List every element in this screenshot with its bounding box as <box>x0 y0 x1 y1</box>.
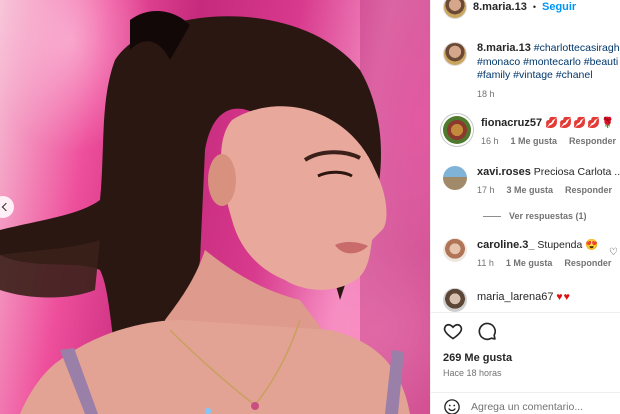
comment-item: maria_larena67 ♥♥ <box>443 288 620 312</box>
avatar[interactable] <box>443 238 467 262</box>
comment-input[interactable] <box>471 400 611 413</box>
post-side-panel: 8.maria.13 • Seguir 8.maria.13 #charlott… <box>430 0 620 414</box>
caption-meta: 18 h <box>477 89 620 99</box>
view-replies-button[interactable]: Ver respuestas (1) <box>483 211 587 221</box>
comment-meta: 16 h 1 Me gusta Responder <box>481 136 620 146</box>
comment-body: xavi.roses Preciosa Carlota ..El v <box>477 166 620 178</box>
comment-time: 17 h <box>477 185 495 195</box>
portrait-illustration <box>0 0 430 414</box>
comment-item: caroline.3_ Stupenda 😍 11 h 1 Me gusta R… <box>443 238 620 268</box>
hashtag-link[interactable]: #family #vintage #chanel <box>477 69 620 83</box>
comment-author[interactable]: xavi.roses <box>477 166 531 178</box>
reply-button[interactable]: Responder <box>565 185 612 195</box>
avatar[interactable] <box>443 166 467 190</box>
comment-author[interactable]: fionacruz57 <box>481 117 542 129</box>
comment-text: ♥♥ <box>556 291 571 303</box>
caption-time: 18 h <box>477 88 495 99</box>
comment-likes[interactable]: 1 Me gusta <box>506 258 553 268</box>
carousel-indicator <box>205 408 211 414</box>
comment-likes[interactable]: 3 Me gusta <box>507 185 554 195</box>
avatar[interactable] <box>443 42 467 66</box>
caption-text: 8.maria.13 #charlottecasiraghi <box>477 42 620 56</box>
comment-meta: 11 h 1 Me gusta Responder <box>477 258 620 268</box>
hashtag-link[interactable]: #charlottecasiraghi <box>534 42 620 54</box>
comment-item: xavi.roses Preciosa Carlota ..El v 17 h … <box>443 166 620 195</box>
caption-author[interactable]: 8.maria.13 <box>477 42 531 54</box>
caption: 8.maria.13 #charlottecasiraghi #monaco #… <box>443 42 620 99</box>
action-icons <box>443 321 497 341</box>
comments-list[interactable]: 8.maria.13 #charlottecasiraghi #monaco #… <box>431 28 620 312</box>
avatar[interactable] <box>443 288 467 312</box>
post-actions: 269 Me gusta Hace 18 horas <box>431 312 620 414</box>
comment-time: 11 h <box>477 258 494 268</box>
hashtag-link[interactable]: #monaco #montecarlo #beauti <box>477 56 620 70</box>
comment-icon[interactable] <box>477 321 497 341</box>
reply-button[interactable]: Responder <box>569 136 616 146</box>
view-replies-label[interactable]: Ver respuestas (1) <box>509 211 587 221</box>
avatar[interactable] <box>443 116 471 144</box>
comment-text: Stupenda 😍 <box>537 239 599 251</box>
comment-body: caroline.3_ Stupenda 😍 <box>477 238 620 251</box>
comment-time: 16 h <box>481 136 499 146</box>
follow-button[interactable]: Seguir <box>542 1 576 13</box>
emoji-icon[interactable] <box>443 398 461 414</box>
comment-text: Preciosa Carlota ..El v <box>533 166 620 178</box>
add-comment-bar <box>431 392 620 414</box>
reply-button[interactable]: Responder <box>564 258 611 268</box>
comment-body: maria_larena67 ♥♥ <box>477 291 620 303</box>
post-photo[interactable] <box>0 0 430 414</box>
post-timestamp: Hace 18 horas <box>443 368 502 378</box>
comment-body: fionacruz57 💋💋💋💋🌹 <box>481 116 620 129</box>
avatar[interactable] <box>443 0 467 19</box>
comment-text: 💋💋💋💋🌹 <box>545 117 616 129</box>
comment-meta: 17 h 3 Me gusta Responder <box>477 185 620 195</box>
divider <box>483 215 501 217</box>
comment-item: fionacruz57 💋💋💋💋🌹 16 h 1 Me gusta Respon… <box>443 116 620 146</box>
heart-outline-icon[interactable]: ♡ <box>609 247 618 258</box>
post-header: 8.maria.13 • Seguir <box>431 0 620 19</box>
comment-likes[interactable]: 1 Me gusta <box>511 136 558 146</box>
likes-count[interactable]: 269 Me gusta <box>443 352 512 364</box>
separator-dot: • <box>532 2 536 12</box>
comment-author[interactable]: caroline.3_ <box>477 239 534 251</box>
author-username[interactable]: 8.maria.13 <box>473 1 527 13</box>
heart-icon[interactable] <box>443 321 463 341</box>
comment-author[interactable]: maria_larena67 <box>477 291 553 303</box>
